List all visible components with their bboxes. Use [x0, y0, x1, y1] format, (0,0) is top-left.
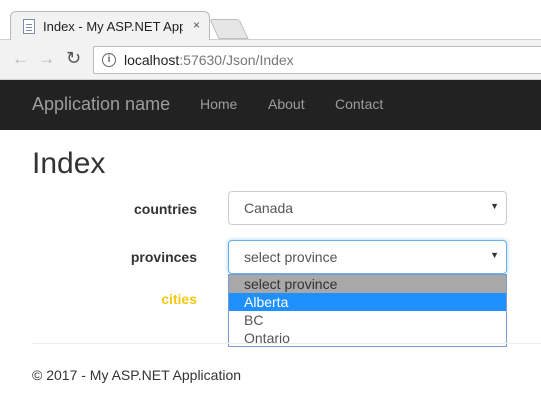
arrow-left-icon[interactable]: ←: [12, 49, 29, 69]
countries-selected-value: Canada: [244, 200, 294, 216]
caret-down-icon: ▼: [490, 201, 499, 211]
provinces-label: provinces: [130, 249, 197, 265]
countries-select[interactable]: Canada ▼: [228, 191, 507, 225]
provinces-select[interactable]: select province ▼: [228, 240, 507, 274]
arrow-right-icon[interactable]: →: [38, 49, 55, 69]
reload-icon[interactable]: ↻: [66, 48, 81, 69]
url-host: localhost: [124, 52, 180, 68]
browser-tabstrip: Index - My ASP.NET Appl ×: [0, 0, 541, 41]
page-icon: [23, 19, 35, 34]
brand-link[interactable]: Application name: [32, 94, 170, 115]
nav-home-link[interactable]: Home: [200, 96, 237, 112]
nav-about-link[interactable]: About: [268, 96, 305, 112]
new-tab-button[interactable]: [209, 19, 249, 39]
footer-text: © 2017 - My ASP.NET Application: [32, 367, 242, 383]
nav-contact-link[interactable]: Contact: [335, 96, 383, 112]
province-option-alberta[interactable]: Alberta: [229, 293, 506, 311]
provinces-dropdown-list: select province Alberta BC Ontario: [228, 274, 507, 347]
provinces-selected-value: select province: [244, 249, 338, 265]
browser-toolbar: ← → ↻ i localhost:57630/Json/Index: [0, 40, 541, 80]
browser-tab[interactable]: Index - My ASP.NET Appl ×: [10, 11, 210, 41]
page-title: Index: [32, 147, 106, 180]
app-navbar: Application name Home About Contact: [0, 80, 541, 130]
info-icon[interactable]: i: [102, 53, 116, 67]
url-path: :57630/Json/Index: [179, 52, 294, 68]
province-option-placeholder[interactable]: select province: [229, 275, 506, 293]
url-text: localhost:57630/Json/Index: [124, 52, 294, 68]
countries-label: countries: [133, 201, 197, 217]
close-icon[interactable]: ×: [193, 18, 200, 32]
address-bar[interactable]: i localhost:57630/Json/Index: [93, 46, 541, 74]
province-option-bc[interactable]: BC: [229, 311, 506, 329]
footer-divider: [32, 343, 541, 344]
caret-down-icon: ▼: [490, 250, 499, 260]
province-option-ontario[interactable]: Ontario: [229, 329, 506, 347]
tab-title: Index - My ASP.NET Appl: [43, 19, 183, 34]
cities-label: cities: [161, 291, 197, 307]
